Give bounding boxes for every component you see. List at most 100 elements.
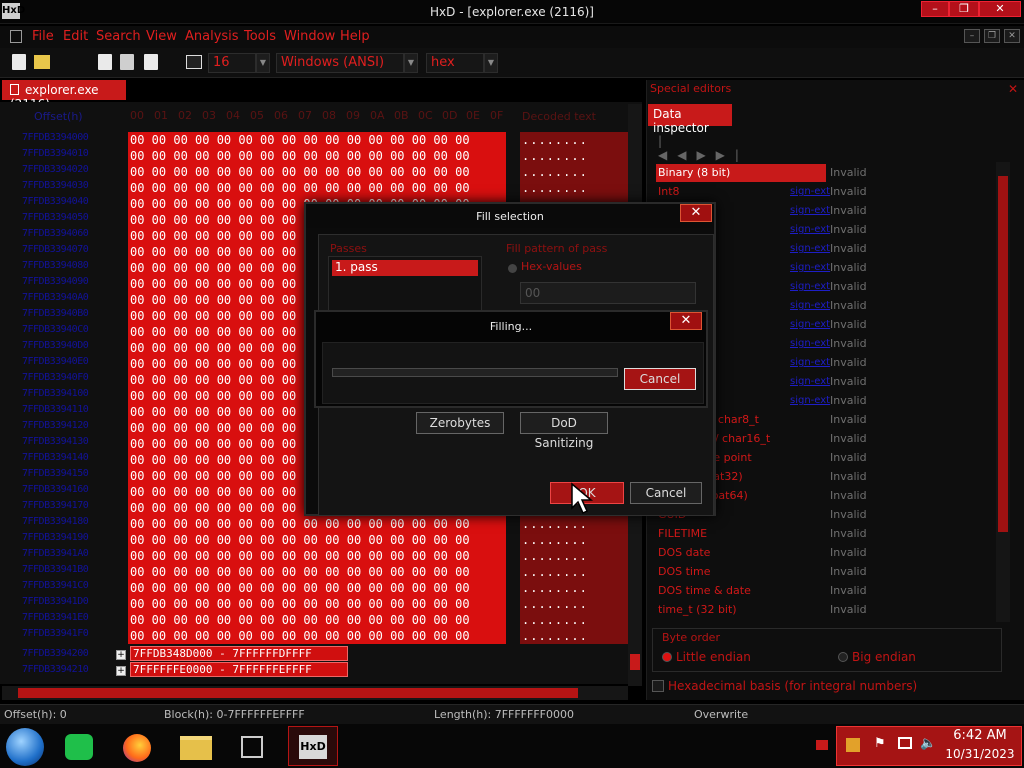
- inspector-link[interactable]: sign-ext: [790, 281, 830, 292]
- taskbar-app-explorer[interactable]: [174, 726, 218, 766]
- inspector-link[interactable]: sign-ext: [790, 262, 830, 273]
- row-offset: 7FFDB33941E0: [22, 612, 89, 623]
- menu-help[interactable]: Help: [340, 29, 370, 44]
- close-icon[interactable]: ✕: [1008, 82, 1018, 96]
- offset-base-select[interactable]: hex: [426, 53, 484, 73]
- row-offset: 7FFDB3394060: [22, 228, 89, 239]
- inspector-row-value: Invalid: [830, 546, 867, 559]
- inspector-row-value: Invalid: [830, 527, 867, 540]
- new-file-icon[interactable]: [12, 54, 26, 70]
- inspector-row-value: Invalid: [830, 242, 867, 255]
- expand-icon[interactable]: +: [116, 666, 126, 676]
- menu-bar: File Edit Search View Analysis Tools Win…: [0, 26, 1024, 48]
- chevron-down-icon[interactable]: ▼: [404, 53, 418, 73]
- tab-data-inspector[interactable]: Data inspector: [648, 104, 732, 135]
- chevron-down-icon[interactable]: ▼: [484, 53, 498, 73]
- inspector-row-label[interactable]: time_t (32 bit): [656, 601, 826, 619]
- clock-time[interactable]: 6:42 AM: [938, 728, 1022, 743]
- inspector-link[interactable]: sign-ext: [790, 395, 830, 406]
- inspector-row-value: Invalid: [830, 185, 867, 198]
- chevron-down-icon[interactable]: ▼: [256, 53, 270, 73]
- expand-icon[interactable]: +: [116, 650, 126, 660]
- open-image-icon[interactable]: [144, 54, 158, 70]
- inspector-row-value: Invalid: [830, 223, 867, 236]
- volume-icon[interactable]: 🔈: [920, 736, 936, 751]
- inspector-link[interactable]: sign-ext: [790, 319, 830, 330]
- little-endian-label: Little endian: [676, 650, 751, 664]
- pass-item[interactable]: 1. pass: [332, 260, 478, 276]
- menu-analysis[interactable]: Analysis: [185, 29, 239, 44]
- inspector-link[interactable]: sign-ext: [790, 224, 830, 235]
- tray-overflow-icon[interactable]: [816, 740, 828, 750]
- minimize-button[interactable]: –: [921, 1, 949, 17]
- mdi-close-icon[interactable]: ✕: [1004, 29, 1020, 43]
- inspector-link[interactable]: sign-ext: [790, 243, 830, 254]
- inspector-link[interactable]: sign-ext: [790, 376, 830, 387]
- tray-app-icon[interactable]: [846, 738, 860, 752]
- menu-window[interactable]: Window: [284, 29, 335, 44]
- memory-range-1[interactable]: 7FFDB348D000 - 7FFFFFFDFFFF: [130, 646, 348, 661]
- dod-sanitizing-button[interactable]: DoD Sanitizing: [520, 412, 608, 450]
- menu-tools[interactable]: Tools: [244, 29, 276, 44]
- inspector-row-label[interactable]: FILETIME: [656, 525, 826, 543]
- inspector-row-label[interactable]: DOS time: [656, 563, 826, 581]
- open-disk-icon[interactable]: [98, 54, 112, 70]
- inspector-row-label[interactable]: DOS time & date: [656, 582, 826, 600]
- cancel-button[interactable]: Cancel: [630, 482, 702, 504]
- tab-explorer-exe[interactable]: explorer.exe (2116): [2, 80, 126, 111]
- inspector-link[interactable]: sign-ext: [790, 300, 830, 311]
- start-button-icon[interactable]: [6, 728, 44, 766]
- inspector-row-label[interactable]: DOS date: [656, 544, 826, 562]
- inspector-link[interactable]: sign-ext: [790, 205, 830, 216]
- inspector-link[interactable]: sign-ext: [790, 338, 830, 349]
- inspector-row-label[interactable]: Binary (8 bit): [656, 164, 826, 182]
- firefox-icon: [123, 734, 151, 762]
- hex-basis-checkbox[interactable]: [652, 680, 664, 692]
- memory-range-2[interactable]: 7FFFFFFE0000 - 7FFFFFFEFFFF: [130, 662, 348, 677]
- scrollbar-thumb[interactable]: [998, 176, 1008, 532]
- progress-close-button[interactable]: ✕: [670, 312, 702, 330]
- open-folder-icon[interactable]: [34, 55, 50, 69]
- navigation-arrows-icon[interactable]: |◀◀▶▶|: [658, 134, 748, 162]
- inspector-link[interactable]: sign-ext: [790, 186, 830, 197]
- scrollbar-thumb[interactable]: [630, 654, 640, 670]
- big-endian-label: Big endian: [852, 650, 916, 664]
- taskbar-app-hxd[interactable]: HxD: [288, 726, 338, 766]
- bytes-per-row-select[interactable]: 16: [208, 53, 256, 73]
- network-icon[interactable]: [898, 737, 912, 749]
- taskbar-task-view[interactable]: [232, 726, 276, 766]
- passes-list[interactable]: 1. pass: [328, 256, 482, 312]
- menu-view[interactable]: View: [146, 29, 177, 44]
- little-endian-radio[interactable]: [662, 652, 672, 662]
- taskbar-app-firefox[interactable]: [116, 726, 160, 766]
- taskbar-app-notes[interactable]: [58, 726, 102, 766]
- progress-cancel-button[interactable]: Cancel: [624, 368, 696, 390]
- column-header: 02: [178, 109, 192, 122]
- inspector-link[interactable]: sign-ext: [790, 357, 830, 368]
- hex-values-radio[interactable]: [508, 264, 517, 273]
- open-ram-icon[interactable]: [120, 54, 134, 70]
- inspector-row-value: Invalid: [830, 261, 867, 274]
- menu-file[interactable]: File: [32, 29, 54, 44]
- maximize-button[interactable]: ❐: [949, 1, 979, 17]
- menu-edit[interactable]: Edit: [63, 29, 88, 44]
- menu-search[interactable]: Search: [96, 29, 141, 44]
- status-length: Length(h): 7FFFFFFF0000: [434, 708, 574, 721]
- hex-basis-label: Hexadecimal basis (for integral numbers): [668, 679, 918, 693]
- scrollbar-thumb[interactable]: [18, 688, 578, 698]
- dialog-close-button[interactable]: ✕: [680, 204, 712, 222]
- hex-value-input[interactable]: 00: [520, 282, 696, 304]
- mdi-restore-icon[interactable]: ❐: [984, 29, 1000, 43]
- big-endian-radio[interactable]: [838, 652, 848, 662]
- mdi-minimize-icon[interactable]: –: [964, 29, 980, 43]
- close-button[interactable]: ✕: [979, 1, 1021, 17]
- charset-select[interactable]: Windows (ANSI): [276, 53, 404, 73]
- zerobytes-button[interactable]: Zerobytes: [416, 412, 504, 434]
- inspector-scrollbar[interactable]: [996, 162, 1010, 622]
- inspector-row-value: Invalid: [830, 394, 867, 407]
- row-offset: 7FFDB3394170: [22, 500, 89, 511]
- document-menu-icon[interactable]: [10, 30, 22, 43]
- flag-icon[interactable]: ⚑: [874, 736, 886, 751]
- horizontal-scrollbar[interactable]: [2, 686, 628, 700]
- clock-date[interactable]: 10/31/2023: [938, 747, 1022, 761]
